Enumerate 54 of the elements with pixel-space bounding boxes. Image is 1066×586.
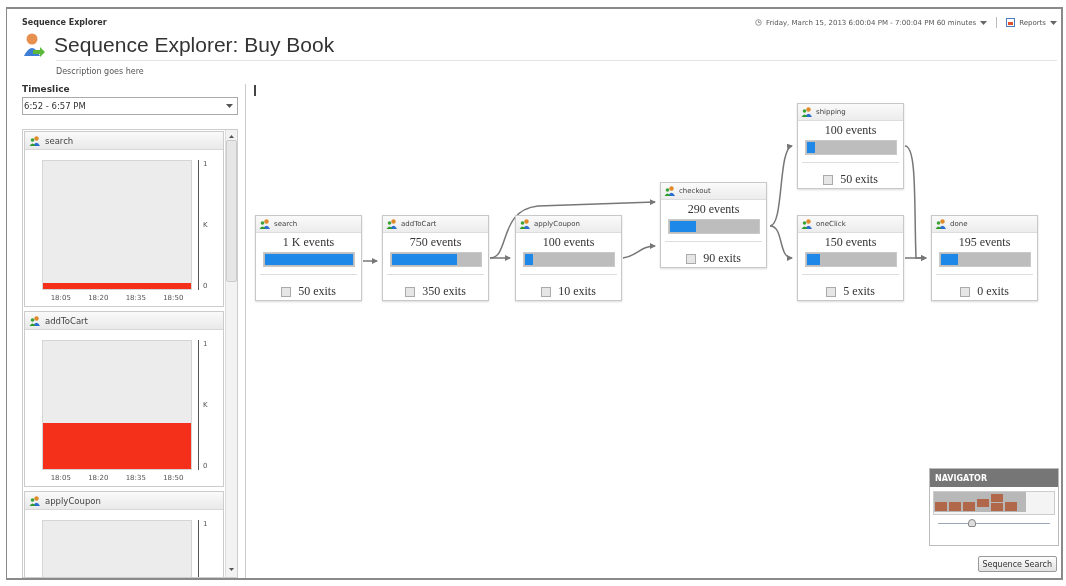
timeslice-label: Timeslice [22,84,70,94]
chart-title: addToCart [45,315,88,326]
exit-count: 50 exits [298,284,336,299]
users-icon [386,219,398,229]
caret-icon [980,20,988,25]
exit-count: 10 exits [558,284,596,299]
exits-checkbox[interactable] [686,253,697,264]
exits-checkbox[interactable] [405,286,416,297]
exits-checkbox[interactable] [960,286,971,297]
page-description: Description goes here [56,67,144,76]
event-count: 100 events [824,123,877,138]
event-count: 750 events [409,235,462,250]
exit-count: 0 exits [977,284,1009,299]
page-title: Sequence Explorer: Buy Book [54,33,335,57]
users-icon [29,315,41,326]
scrollbar[interactable] [225,130,237,577]
event-count: 1 K events [282,235,335,250]
chart-title: applyCoupon [45,495,101,506]
users-icon [664,186,676,196]
users-icon [801,219,813,229]
connector-arrow [362,258,378,264]
navigator-title: NAVIGATOR [935,473,988,483]
user-arrow-icon [22,32,46,58]
sequence-search-button[interactable]: Sequence Search [977,556,1057,572]
caret-icon [1050,20,1057,25]
report-icon [1006,18,1016,27]
clock-icon [754,19,762,26]
exit-count: 350 exits [422,284,466,299]
users-icon [259,219,271,229]
caret-icon [226,104,233,108]
exit-count: 90 exits [703,251,741,266]
users-icon [29,495,41,506]
users-icon [29,135,41,146]
navigator-preview[interactable] [933,491,1055,515]
slider-thumb[interactable] [967,519,976,527]
timeslice-select[interactable]: 6:52 - 6:57 PM [22,97,238,115]
exits-checkbox[interactable] [826,286,837,297]
event-count: 195 events [958,235,1011,250]
event-count: 100 events [542,235,595,250]
event-count: 290 events [687,202,740,217]
text-cursor-icon [254,85,256,96]
users-icon [935,219,947,229]
exit-count: 50 exits [840,172,878,187]
exits-checkbox[interactable] [281,286,292,297]
users-icon [801,107,813,117]
exits-checkbox[interactable] [823,174,834,185]
exit-count: 5 exits [843,284,875,299]
chart-title: search [45,135,74,146]
event-count: 150 events [824,235,877,250]
scroll-up-icon[interactable] [229,135,234,138]
users-icon [519,219,531,229]
scroll-down-icon[interactable] [229,568,234,571]
app-name: Sequence Explorer [22,18,107,27]
exits-checkbox[interactable] [541,286,552,297]
